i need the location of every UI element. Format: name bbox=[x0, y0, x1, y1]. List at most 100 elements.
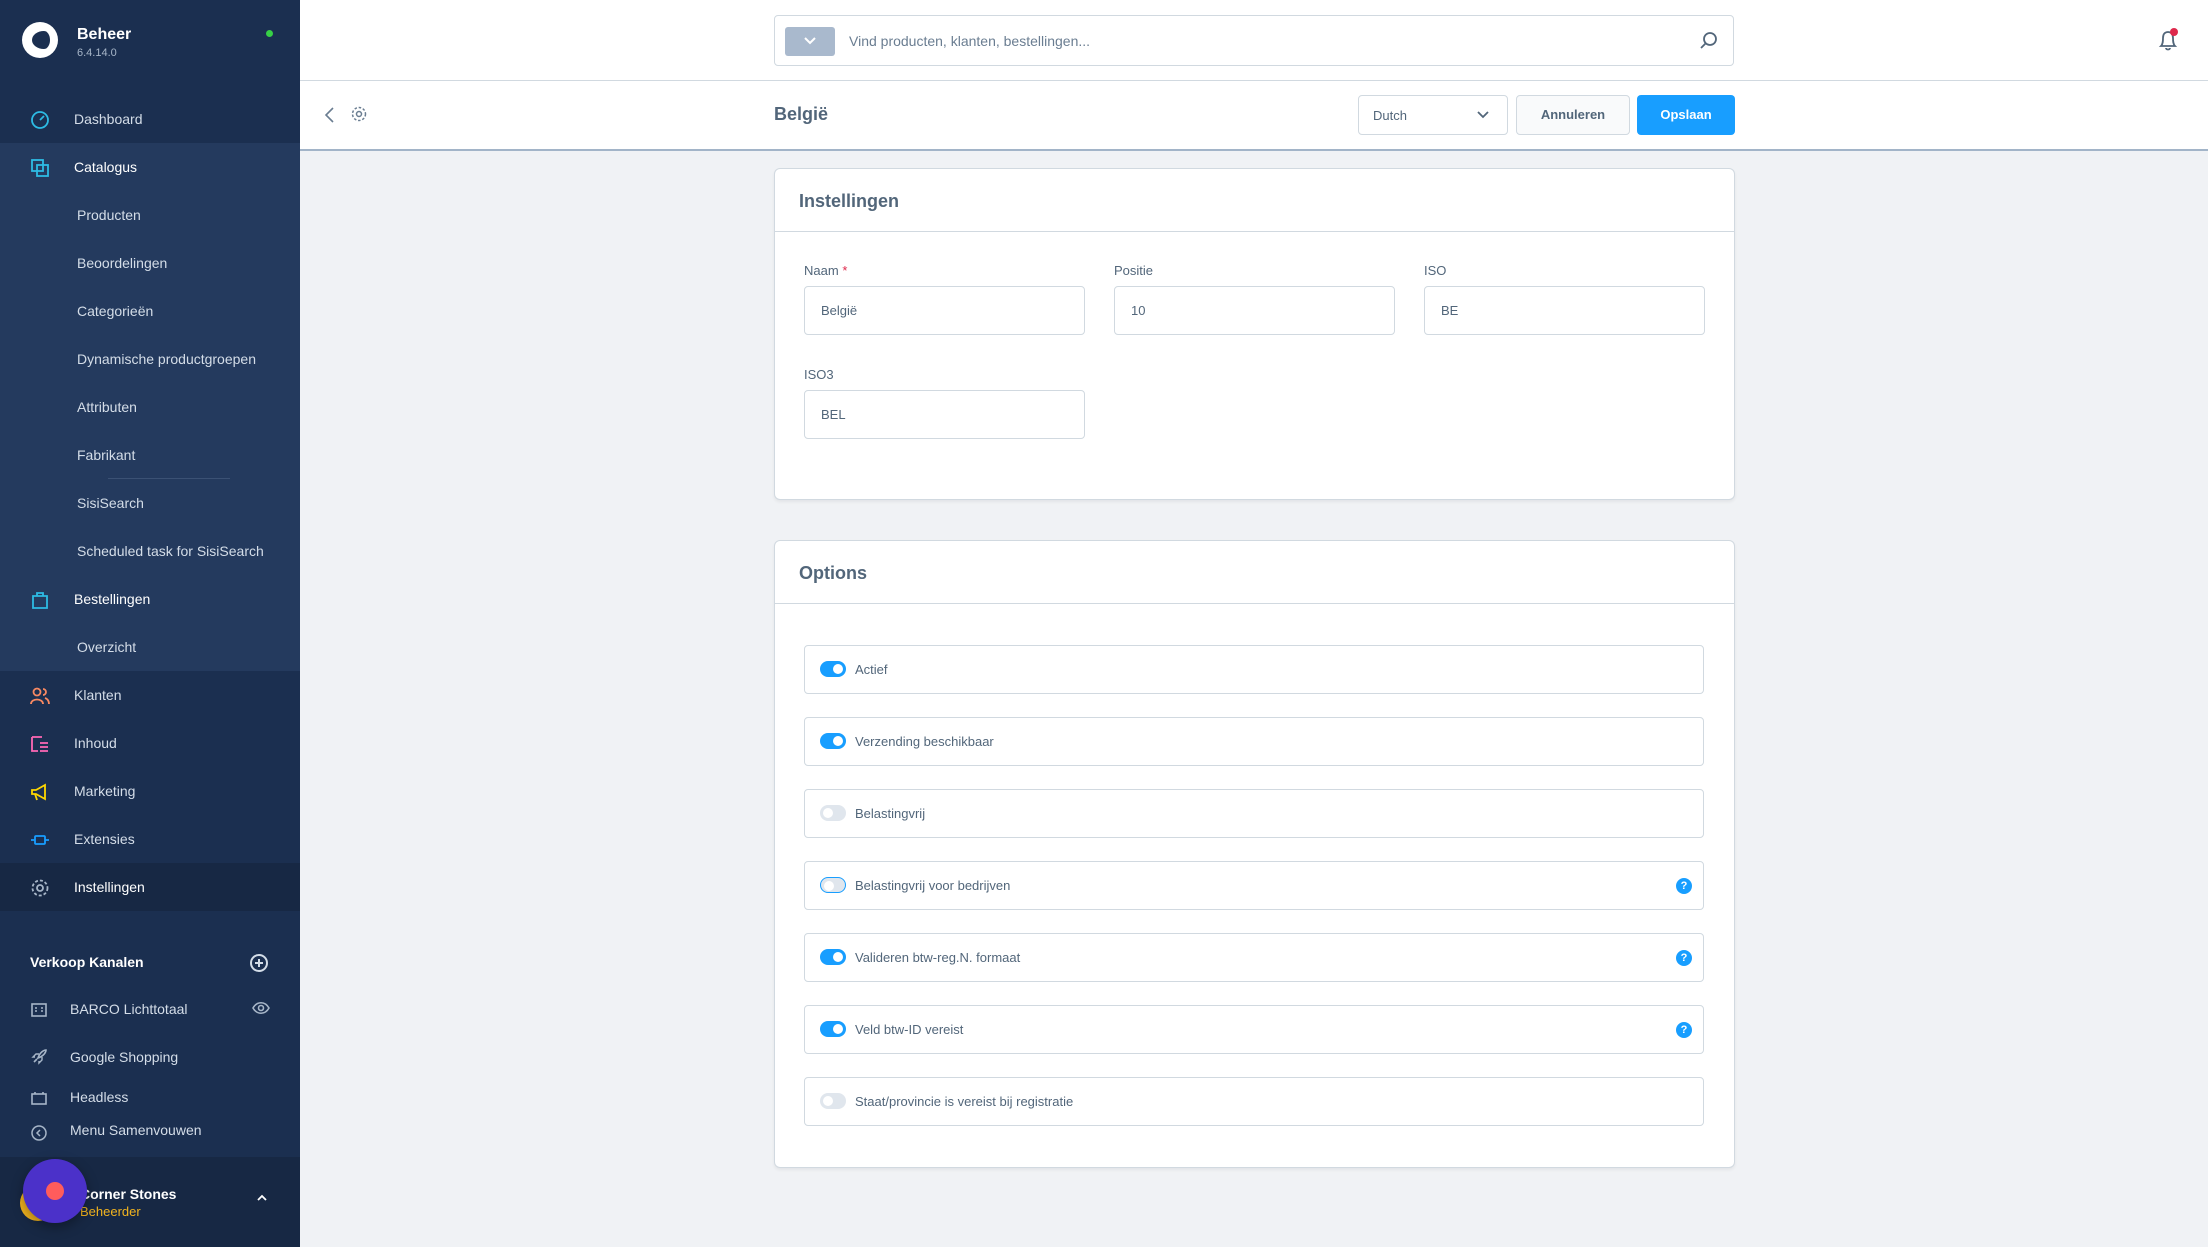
sidebar-item-settings[interactable]: Instellingen bbox=[0, 863, 300, 911]
sidebar-item-extensions[interactable]: Extensies bbox=[0, 815, 300, 863]
option-active[interactable]: Actief bbox=[804, 645, 1704, 694]
option-validate-vat-format[interactable]: Valideren btw-reg.N. formaat ? bbox=[804, 933, 1704, 982]
option-vat-id-required[interactable]: Veld btw-ID vereist ? bbox=[804, 1005, 1704, 1054]
brand-header: Beheer 6.4.14.0 bbox=[0, 0, 300, 84]
rocket-icon bbox=[31, 1049, 47, 1065]
toggle-switch[interactable] bbox=[820, 949, 846, 965]
name-field[interactable]: België bbox=[804, 286, 1085, 335]
back-arrow-icon[interactable] bbox=[322, 105, 338, 125]
sidebar-item-orders[interactable]: Bestellingen bbox=[0, 575, 300, 623]
sales-channels-title: Verkoop Kanalen bbox=[30, 954, 144, 970]
chevron-down-icon bbox=[804, 37, 816, 45]
settings-icon bbox=[31, 879, 49, 897]
sidebar-subitem-overview[interactable]: Overzicht bbox=[0, 623, 300, 671]
toggle-switch[interactable] bbox=[820, 805, 846, 821]
main-navigation: Dashboard Catalogus Producten Beoordelin… bbox=[0, 95, 300, 911]
sidebar-item-label: Extensies bbox=[74, 831, 135, 847]
shopware-logo-icon[interactable] bbox=[22, 22, 58, 58]
top-bar: Vind producten, klanten, bestellingen... bbox=[300, 0, 2208, 81]
sidebar-channel-google-shopping[interactable]: Google Shopping bbox=[0, 1037, 300, 1077]
sidebar-subitem-products[interactable]: Producten bbox=[0, 191, 300, 239]
notification-badge bbox=[2170, 28, 2178, 36]
toggle-switch[interactable] bbox=[820, 733, 846, 749]
sidebar-item-label: Inhoud bbox=[74, 735, 117, 751]
toggle-switch[interactable] bbox=[820, 661, 846, 677]
sidebar-subitem-reviews[interactable]: Beoordelingen bbox=[0, 239, 300, 287]
sidebar-subitem-manufacturer[interactable]: Fabrikant bbox=[0, 431, 300, 478]
option-label: Staat/provincie is vereist bij registrat… bbox=[855, 1094, 1074, 1109]
sidebar-item-label: Bestellingen bbox=[74, 591, 151, 607]
help-icon[interactable]: ? bbox=[1676, 1022, 1692, 1038]
option-tax-free[interactable]: Belastingvrij bbox=[804, 789, 1704, 838]
sidebar-item-label: Catalogus bbox=[74, 159, 138, 175]
sidebar-channel-barco[interactable]: BARCO Lichttotaal bbox=[0, 989, 300, 1029]
sidebar-channel-label: Google Shopping bbox=[70, 1049, 179, 1065]
option-label: Actief bbox=[855, 662, 888, 677]
sidebar-channel-label: Headless bbox=[70, 1089, 129, 1105]
marketing-icon bbox=[31, 783, 46, 801]
iso-field[interactable]: BE bbox=[1424, 286, 1705, 335]
sidebar-item-marketing[interactable]: Marketing bbox=[0, 767, 300, 815]
dashboard-icon bbox=[31, 111, 49, 129]
name-label: Naam * bbox=[804, 263, 847, 278]
collapse-menu-button[interactable]: Menu Samenvouwen bbox=[0, 1122, 300, 1144]
sidebar-item-dashboard[interactable]: Dashboard bbox=[0, 95, 300, 143]
gear-icon[interactable] bbox=[350, 105, 368, 123]
page-title: België bbox=[774, 104, 829, 124]
required-marker: * bbox=[842, 263, 848, 278]
search-type-dropdown[interactable] bbox=[785, 27, 835, 56]
sidebar-subitem-scheduled-task[interactable]: Scheduled task for SisiSearch bbox=[0, 527, 300, 575]
toggle-switch[interactable] bbox=[820, 1093, 846, 1109]
option-label: Valideren btw-reg.N. formaat bbox=[855, 950, 1021, 965]
cancel-button[interactable]: Annuleren bbox=[1516, 95, 1630, 135]
sidebar-item-customers[interactable]: Klanten bbox=[0, 671, 300, 719]
language-select[interactable]: Dutch bbox=[1358, 95, 1508, 135]
content-icon bbox=[31, 736, 48, 752]
toggle-switch[interactable] bbox=[820, 877, 846, 893]
sidebar-subitem-attributes[interactable]: Attributen bbox=[0, 383, 300, 431]
chevron-down-icon bbox=[1477, 111, 1489, 119]
sidebar-subitem-dynamic-groups[interactable]: Dynamische productgroepen bbox=[0, 335, 300, 383]
option-company-tax-free[interactable]: Belastingvrij voor bedrijven ? bbox=[804, 861, 1704, 910]
orders-icon bbox=[32, 592, 48, 609]
iso3-field[interactable]: BEL bbox=[804, 390, 1085, 439]
catalog-icon bbox=[31, 159, 49, 177]
collapse-label: Menu Samenvouwen bbox=[70, 1122, 202, 1138]
option-label: Verzending beschikbaar bbox=[855, 734, 994, 749]
sidebar-item-content[interactable]: Inhoud bbox=[0, 719, 300, 767]
app-version: 6.4.14.0 bbox=[77, 47, 117, 59]
iso-label: ISO bbox=[1424, 263, 1447, 278]
language-select-value: Dutch bbox=[1373, 108, 1407, 123]
assistant-bubble-icon[interactable] bbox=[23, 1159, 87, 1223]
iso3-label: ISO3 bbox=[804, 367, 834, 382]
sidebar-item-catalog[interactable]: Catalogus bbox=[0, 143, 300, 191]
customers-icon bbox=[30, 687, 50, 705]
sidebar-channel-headless[interactable]: Headless bbox=[0, 1085, 300, 1113]
option-shipping-available[interactable]: Verzending beschikbaar bbox=[804, 717, 1704, 766]
option-state-required[interactable]: Staat/provincie is vereist bij registrat… bbox=[804, 1077, 1704, 1126]
position-label: Positie bbox=[1114, 263, 1154, 278]
sidebar-subitem-sisisearch[interactable]: SisiSearch bbox=[0, 479, 300, 527]
headless-icon bbox=[31, 1092, 47, 1105]
help-icon[interactable]: ? bbox=[1676, 950, 1692, 966]
search-input[interactable]: Vind producten, klanten, bestellingen... bbox=[849, 33, 1090, 49]
catalog-section: Catalogus Producten Beoordelingen Catego… bbox=[0, 143, 300, 671]
save-button[interactable]: Opslaan bbox=[1637, 95, 1735, 135]
smart-bar: België Dutch Annuleren Opslaan bbox=[300, 81, 2208, 151]
eye-icon[interactable] bbox=[252, 1001, 270, 1015]
position-field[interactable]: 10 bbox=[1114, 286, 1395, 335]
extensions-icon bbox=[31, 835, 49, 845]
sidebar-channel-label: BARCO Lichttotaal bbox=[70, 1001, 188, 1017]
help-icon[interactable]: ? bbox=[1676, 878, 1692, 894]
user-name: Corner Stones bbox=[80, 1186, 177, 1202]
sidebar: Beheer 6.4.14.0 Dashboard Catalogus Prod… bbox=[0, 0, 300, 1247]
chevron-up-icon[interactable] bbox=[256, 1192, 268, 1204]
sidebar-item-label: Dashboard bbox=[74, 111, 143, 127]
global-search[interactable]: Vind producten, klanten, bestellingen... bbox=[774, 15, 1734, 66]
add-sales-channel-icon[interactable] bbox=[250, 954, 268, 972]
search-icon[interactable] bbox=[1699, 31, 1719, 51]
toggle-switch[interactable] bbox=[820, 1021, 846, 1037]
storefront-icon bbox=[31, 1003, 47, 1017]
collapse-icon bbox=[31, 1125, 47, 1141]
sidebar-subitem-categories[interactable]: Categorieën bbox=[0, 287, 300, 335]
